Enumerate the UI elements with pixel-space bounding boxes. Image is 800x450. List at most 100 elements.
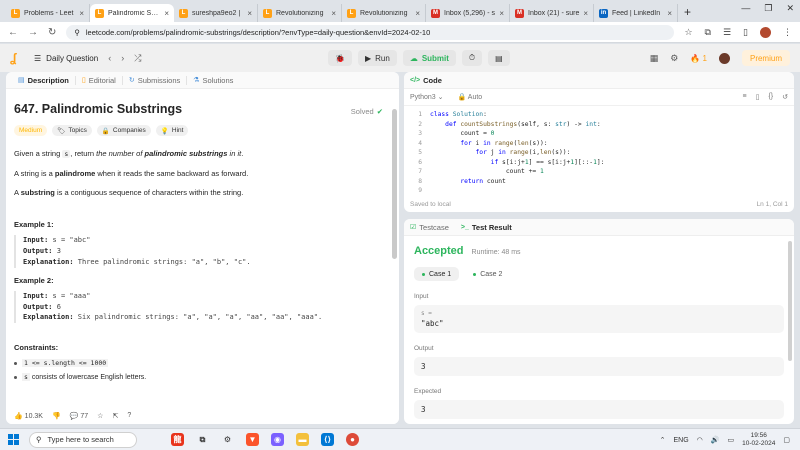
- input-label: Input: [414, 293, 429, 300]
- description-paragraph-3: A substring is a contiguous sequence of …: [14, 188, 244, 197]
- daily-question-link[interactable]: ☰ Daily Question: [34, 54, 98, 63]
- favorite-star-icon[interactable]: ☆: [97, 412, 103, 420]
- site-info-icon[interactable]: ⚲: [74, 28, 80, 37]
- settings-icon[interactable]: ⚙: [221, 433, 234, 446]
- bookmark-icon[interactable]: ▯: [756, 93, 760, 101]
- share-icon[interactable]: ⇱: [112, 412, 118, 420]
- expected-box: 3: [414, 400, 784, 419]
- browser-tab[interactable]: L Problems - Leet ×: [6, 4, 90, 22]
- timer-icon[interactable]: ⏱: [461, 50, 483, 66]
- user-avatar[interactable]: [718, 52, 730, 64]
- taskbar-search[interactable]: ⚲ Type here to search: [29, 431, 137, 448]
- example-2-title: Example 2:: [14, 275, 54, 285]
- new-tab-icon[interactable]: +: [684, 5, 691, 19]
- task-view-icon[interactable]: ⧉: [196, 433, 209, 446]
- tab-testcase[interactable]: ☑ Testcase: [410, 223, 449, 232]
- description-scrollbar[interactable]: [392, 109, 397, 259]
- url-text: leetcode.com/problems/palindromic-substr…: [85, 27, 431, 37]
- auto-toggle[interactable]: 🔒 Auto: [458, 93, 483, 101]
- close-tab-icon[interactable]: ×: [247, 9, 252, 18]
- extensions-icon[interactable]: ⧉: [705, 27, 711, 38]
- streak-counter[interactable]: 🔥 1: [690, 54, 707, 63]
- leetcode-favicon: L: [179, 8, 188, 18]
- run-button[interactable]: ▶ Run: [357, 50, 397, 66]
- close-window-icon[interactable]: ✕: [786, 3, 794, 14]
- close-tab-icon[interactable]: ×: [667, 9, 672, 18]
- browser-tab[interactable]: M Inbox (5,296) - s ×: [426, 4, 510, 22]
- battery-icon[interactable]: ▭: [728, 436, 735, 444]
- sidebar-icon[interactable]: ▯: [743, 27, 748, 38]
- language-select[interactable]: Python3 ⌄: [410, 93, 444, 101]
- problem-panel: ▤ Description ▯ Editorial ↻ Submissions ⚗ So…: [6, 72, 399, 424]
- shuffle-icon[interactable]: ⤮: [134, 53, 141, 64]
- browser-menu-icon[interactable]: ⋮: [783, 27, 792, 38]
- browser-tab[interactable]: L Revolutionizing ×: [342, 4, 426, 22]
- browser-tab[interactable]: L Revolutionizing ×: [258, 4, 342, 22]
- bookmark-star-icon[interactable]: ☆: [684, 27, 692, 38]
- chevron-up-icon[interactable]: ⌃: [660, 436, 666, 444]
- input-box: s = "abc": [414, 305, 784, 333]
- tab-solutions[interactable]: ⚗ Solutions: [187, 76, 239, 85]
- close-tab-icon[interactable]: ×: [331, 9, 336, 18]
- hint-tag[interactable]: 💡 Hint: [155, 125, 189, 136]
- browser-tab[interactable]: in Feed | LinkedIn ×: [594, 4, 678, 22]
- problem-title[interactable]: 647. Palindromic Substrings: [14, 102, 391, 116]
- language-indicator[interactable]: ENG: [674, 437, 689, 444]
- reset-icon[interactable]: ↺: [782, 93, 788, 101]
- layout-grid-icon[interactable]: ▦: [650, 53, 659, 64]
- wifi-icon[interactable]: ◠: [697, 436, 703, 444]
- code-tab[interactable]: </> Code: [404, 72, 794, 89]
- comments-button[interactable]: 💬 77: [70, 412, 88, 420]
- notes-icon[interactable]: ▤: [488, 50, 510, 66]
- forward-icon[interactable]: →: [28, 27, 38, 38]
- result-scrollbar[interactable]: [788, 241, 792, 361]
- dragon-widget-icon[interactable]: 龍: [171, 433, 184, 446]
- minimize-icon[interactable]: —: [741, 3, 750, 14]
- braces-icon[interactable]: {}: [768, 93, 773, 101]
- windows-start-icon[interactable]: [8, 434, 19, 445]
- speaker-icon[interactable]: 🔊: [711, 436, 720, 444]
- close-tab-icon[interactable]: ×: [415, 9, 420, 18]
- code-editor-panel: </> Code Python3 ⌄ 🔒 Auto ≡ ▯ {} ↺ 1 clas…: [404, 72, 794, 212]
- close-tab-icon[interactable]: ×: [79, 9, 84, 18]
- case-1-tab[interactable]: Case 1: [414, 267, 460, 281]
- close-tab-icon[interactable]: ×: [583, 9, 588, 18]
- maximize-icon[interactable]: ❐: [764, 3, 772, 14]
- profile-avatar[interactable]: [760, 26, 771, 38]
- companies-tag[interactable]: 🔒 Companies: [96, 125, 151, 136]
- file-explorer-icon[interactable]: ▬: [296, 433, 309, 446]
- vscode-icon[interactable]: ⟨⟩: [321, 433, 334, 446]
- back-icon[interactable]: ←: [8, 27, 18, 38]
- help-icon[interactable]: ?: [127, 412, 131, 419]
- reload-icon[interactable]: ↻: [48, 27, 56, 38]
- close-tab-icon[interactable]: ×: [499, 9, 504, 18]
- brave-browser-icon[interactable]: ▼: [246, 433, 259, 446]
- leetcode-logo-icon[interactable]: ʆ: [10, 51, 22, 65]
- topics-tag[interactable]: 🏷 Topics: [52, 125, 92, 136]
- code-area[interactable]: 1 class Solution: 2 def countSubstrings(s…: [404, 106, 794, 196]
- prev-problem-icon[interactable]: ‹: [108, 53, 111, 63]
- tab-test-result[interactable]: >_ Test Result: [461, 223, 512, 232]
- copilot-icon[interactable]: ◉: [271, 433, 284, 446]
- tab-description[interactable]: ▤ Description: [12, 75, 76, 85]
- reading-list-icon[interactable]: ☰: [723, 27, 731, 38]
- settings-gear-icon[interactable]: ⚙: [670, 53, 678, 64]
- like-button[interactable]: 👍 10.3K: [14, 412, 43, 420]
- close-tab-icon[interactable]: ×: [164, 9, 169, 18]
- case-2-tab[interactable]: Case 2: [465, 267, 510, 281]
- tab-submissions[interactable]: ↻ Submissions: [123, 75, 188, 85]
- dislike-icon[interactable]: 👎: [52, 412, 61, 420]
- chrome-icon[interactable]: ●: [346, 433, 359, 446]
- debug-icon[interactable]: 🐞: [328, 50, 352, 66]
- browser-tab[interactable]: L Palindromic Subs ×: [90, 4, 174, 22]
- url-bar[interactable]: ⚲ leetcode.com/problems/palindromic-subs…: [66, 24, 675, 40]
- browser-tab[interactable]: Lsureshpa9eo2 | ×: [174, 4, 258, 22]
- tab-editorial[interactable]: ▯ Editorial: [76, 75, 123, 85]
- notification-icon[interactable]: ▢: [783, 436, 790, 444]
- next-problem-icon[interactable]: ›: [121, 53, 124, 63]
- submit-button[interactable]: ☁ Submit: [402, 50, 456, 66]
- premium-button[interactable]: Premium: [741, 50, 790, 66]
- format-icon[interactable]: ≡: [742, 93, 746, 101]
- clock[interactable]: 19:56 10-02-2024: [742, 432, 775, 448]
- browser-tab[interactable]: M Inbox (21) - sure ×: [510, 4, 594, 22]
